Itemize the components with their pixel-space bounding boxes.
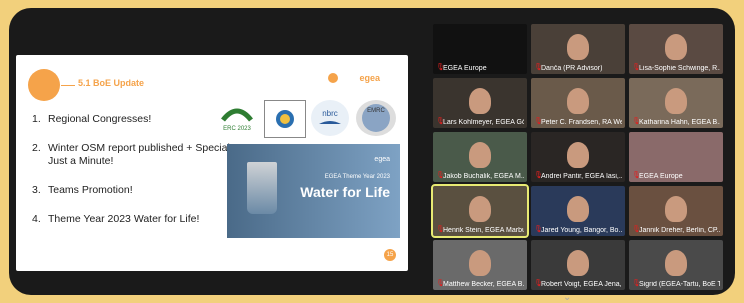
participant-video — [665, 196, 687, 222]
participant-video — [567, 250, 589, 276]
muted-mic-icon: 🎙 — [534, 280, 543, 287]
participant-tile[interactable]: 🎙 Lisa-Sophie Schwinge, R... — [629, 24, 723, 74]
orange-circle — [28, 69, 60, 101]
participant-video — [567, 142, 589, 168]
banner-brand: egea — [374, 156, 390, 163]
participant-tile[interactable]: 🎙 Matthew Becker, EGEA B... — [433, 240, 527, 290]
muted-mic-icon: 🎙 — [534, 172, 543, 179]
congress-logos: ERC 2023 nbrc EMRC — [219, 100, 402, 138]
muted-mic-icon: 🎙 — [436, 118, 445, 125]
list-item: 1. Regional Congresses! — [32, 113, 152, 125]
banner-title: Water for Life — [300, 184, 390, 200]
svg-text:ERC 2023: ERC 2023 — [223, 126, 251, 132]
slide-page-badge: 15 — [384, 249, 396, 261]
participant-name: Jared Young, Bangor, Bo... — [541, 227, 622, 234]
update-list: 1. Regional Congresses! 2. Winter OSM repo… — [32, 113, 232, 242]
participant-video — [567, 196, 589, 222]
participant-name: Peter C. Frandsen, RA We... — [541, 119, 622, 126]
slide-brand: egea — [359, 73, 380, 83]
participant-name: Katharina Hahn, EGEA B... — [639, 119, 720, 126]
participant-name: Sigrid (EGEA-Tartu, BoE T... — [639, 281, 720, 288]
shared-slide: 5.1 BoE Update egea 1. Regional Congresse… — [16, 55, 408, 271]
participant-name: EGEA Europe — [443, 65, 487, 72]
muted-mic-icon: 🎙 — [436, 172, 445, 179]
meeting-window: 5.1 BoE Update egea 1. Regional Congresse… — [9, 8, 735, 295]
participant-video — [567, 34, 589, 60]
participant-video — [469, 142, 491, 168]
water-glass-image — [247, 162, 277, 214]
participant-tile[interactable]: 🎙 Lars Kohlmeyer, EGEA Gö... — [433, 78, 527, 128]
water-for-life-banner: egea EGEA Theme Year 2023 Water for Life — [227, 144, 400, 238]
egea-logo-icon — [328, 73, 338, 83]
participant-name: Matthew Becker, EGEA B... — [443, 281, 524, 288]
participant-video — [469, 250, 491, 276]
muted-mic-icon: 🎙 — [632, 118, 641, 125]
muted-mic-icon: 🎙 — [632, 172, 641, 179]
muted-mic-icon: 🎙 — [534, 226, 543, 233]
wrc-2023-logo — [264, 100, 306, 138]
participant-name: Robert Voigt, EGEA Jena,... — [541, 281, 622, 288]
participant-video — [567, 88, 589, 114]
participant-tile[interactable]: 🎙 Robert Voigt, EGEA Jena,... — [531, 240, 625, 290]
participant-tile[interactable]: 🎙 Katharina Hahn, EGEA B... — [629, 78, 723, 128]
title-rule — [61, 85, 75, 86]
list-item: 4. Theme Year 2023 Water for Life! — [32, 213, 200, 225]
muted-mic-icon: 🎙 — [632, 280, 641, 287]
list-item: 2. Winter OSM report published + Special … — [32, 142, 230, 167]
participant-tile[interactable]: 🎙 EGEA Europe — [629, 132, 723, 182]
muted-mic-icon: 🎙 — [534, 118, 543, 125]
banner-subtitle: EGEA Theme Year 2023 — [324, 174, 390, 180]
participant-video — [469, 88, 491, 114]
muted-mic-icon: 🎙 — [632, 226, 641, 233]
muted-mic-icon: 🎙 — [436, 64, 445, 71]
svg-text:EMRC: EMRC — [367, 108, 385, 114]
participant-tile[interactable]: 🎙 Jared Young, Bangor, Bo... — [531, 186, 625, 236]
participant-name: Lisa-Sophie Schwinge, R... — [639, 65, 720, 72]
participant-tile[interactable]: 🎙 Andrei Pantir, EGEA Iasi,... — [531, 132, 625, 182]
participant-tile[interactable]: 🎙 Danča (PR Advisor) — [531, 24, 625, 74]
participant-video — [469, 196, 491, 222]
slide-title: 5.1 BoE Update — [78, 78, 145, 88]
erc-2023-logo: ERC 2023 — [221, 108, 253, 132]
muted-mic-icon: 🎙 — [534, 64, 543, 71]
participant-name: Jannik Dreher, Berlin, CP... — [639, 227, 720, 234]
participant-tile[interactable]: 🎙 Sigrid (EGEA-Tartu, BoE T... — [629, 240, 723, 290]
participant-name: Henrik Stein, EGEA Marburg... — [443, 227, 524, 234]
participant-name: EGEA Europe — [639, 173, 683, 180]
participant-tile[interactable]: 🎙Henrik Stein, EGEA Marburg... — [431, 184, 529, 238]
participant-tile[interactable]: 🎙 Peter C. Frandsen, RA We... — [531, 78, 625, 128]
muted-mic-icon: 🎙 — [436, 226, 445, 233]
muted-mic-icon: 🎙 — [632, 64, 641, 71]
nbrc-logo: nbrc — [311, 100, 349, 136]
participant-name: Jakob Buchalik, EGEA M... — [443, 173, 524, 180]
participant-tile[interactable]: 🎙 EGEA Europe — [433, 24, 527, 74]
participant-video — [665, 88, 687, 114]
participant-name: Andrei Pantir, EGEA Iasi,... — [541, 173, 622, 180]
list-item: 3. Teams Promotion! — [32, 184, 133, 196]
emrc-logo: EMRC — [356, 100, 396, 136]
participant-video — [665, 34, 687, 60]
muted-mic-icon: 🎙 — [436, 280, 445, 287]
chevron-down-icon[interactable]: ⌄ — [563, 292, 571, 303]
participant-tile[interactable]: 🎙 Jakob Buchalik, EGEA M... — [433, 132, 527, 182]
participant-video — [665, 250, 687, 276]
participant-tile[interactable]: 🎙 Jannik Dreher, Berlin, CP... — [629, 186, 723, 236]
participant-name: Danča (PR Advisor) — [541, 65, 603, 72]
svg-text:nbrc: nbrc — [322, 109, 338, 118]
participant-name: Lars Kohlmeyer, EGEA Gö... — [443, 119, 524, 126]
